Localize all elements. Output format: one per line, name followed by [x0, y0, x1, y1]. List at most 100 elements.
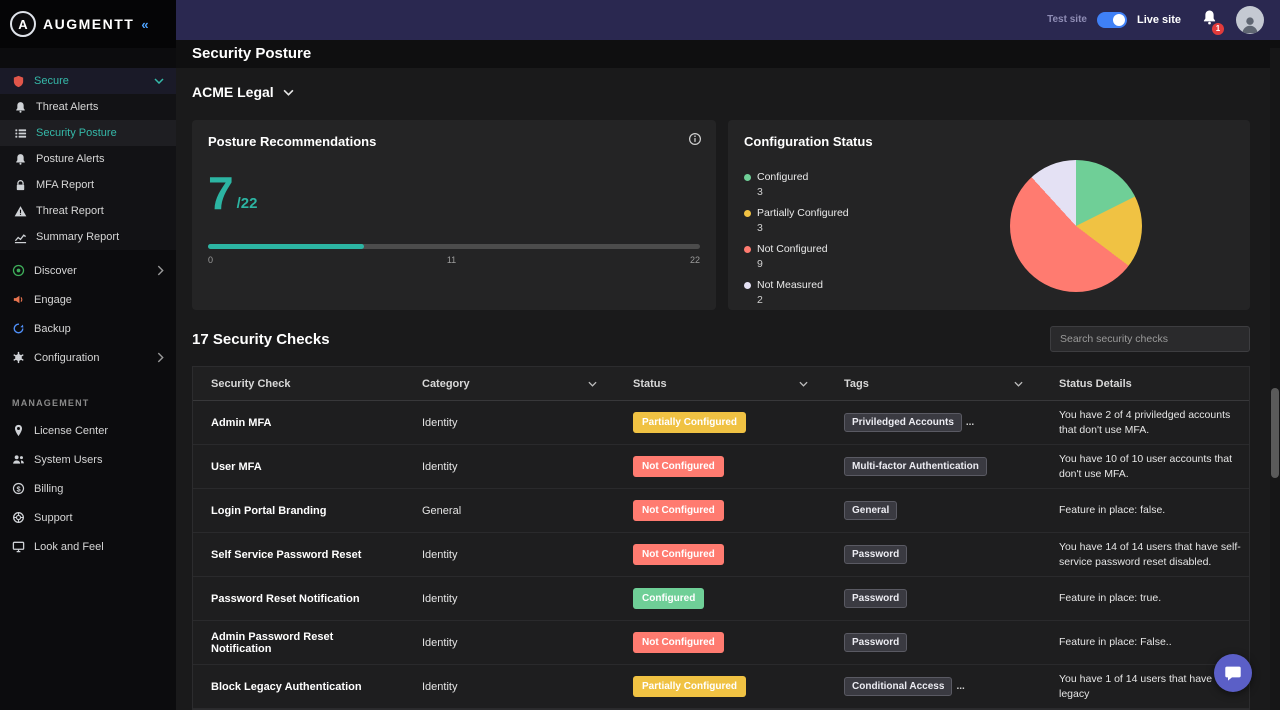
check-tags: Password [826, 539, 1041, 570]
security-check-row[interactable]: Admin MFA Identity Partially Configured … [193, 401, 1249, 445]
security-check-row[interactable]: Block Legacy Authentication Identity Par… [193, 665, 1249, 709]
legend-label: Partially Configured [757, 207, 849, 219]
check-status-details: Feature in place: true. [1041, 585, 1249, 612]
search-input[interactable] [1050, 326, 1250, 352]
chevron-down-icon [283, 89, 294, 96]
column-tags[interactable]: Tags [826, 378, 1041, 390]
check-status-details: You have 2 of 4 priviledged accounts tha… [1041, 402, 1249, 443]
sidebar-item-engage[interactable]: Engage [0, 285, 176, 314]
engage-icon [12, 293, 25, 306]
filter-chevron-icon[interactable] [799, 381, 808, 387]
security-check-row[interactable]: Password Reset Notification Identity Con… [193, 577, 1249, 621]
info-icon[interactable] [688, 132, 702, 146]
user-avatar[interactable] [1236, 6, 1264, 34]
scale-max: 22 [690, 255, 700, 265]
nav-item-label: Summary Report [36, 231, 119, 243]
list-icon [14, 127, 27, 140]
tag-chip: Password [844, 633, 907, 652]
sidebar-item-backup[interactable]: Backup [0, 314, 176, 343]
nav-item-label: Discover [34, 265, 77, 277]
person-icon [1240, 14, 1260, 34]
live-site-label: Live site [1137, 14, 1181, 26]
legend-label: Configured [757, 171, 808, 183]
summary-cards: Posture Recommendations 7 /22 0 11 22 [192, 120, 1250, 310]
users-icon [12, 453, 25, 466]
legend-item-configured: Configured 3 [744, 171, 954, 198]
sidebar-item-summary-report[interactable]: Summary Report [0, 224, 176, 250]
notifications-button[interactable]: 1 [1201, 9, 1218, 31]
legend-value: 3 [757, 222, 954, 234]
status-badge: Not Configured [633, 544, 724, 565]
sidebar-item-license-center[interactable]: License Center [0, 416, 176, 445]
sidebar-section-secure[interactable]: Secure [0, 68, 176, 94]
organization-name: ACME Legal [192, 84, 274, 100]
nav-item-label: MFA Report [36, 179, 94, 191]
check-category: Identity [404, 543, 615, 567]
status-badge: Partially Configured [633, 676, 746, 697]
check-category: Identity [404, 455, 615, 479]
filter-chevron-icon[interactable] [588, 381, 597, 387]
tag-chip: Conditional Access [844, 677, 952, 696]
check-tags: Password [826, 627, 1041, 658]
tag-chip: General [844, 501, 897, 520]
security-check-row[interactable]: User MFA Identity Not Configured Multi-f… [193, 445, 1249, 489]
security-check-row[interactable]: Login Portal Branding General Not Config… [193, 489, 1249, 533]
check-status-details: Feature in place: False.. [1041, 629, 1249, 656]
column-category[interactable]: Category [404, 378, 615, 390]
check-tags: General [826, 495, 1041, 526]
status-badge: Not Configured [633, 632, 724, 653]
sidebar-item-discover[interactable]: Discover [0, 256, 176, 285]
sidebar-item-support[interactable]: Support [0, 503, 176, 532]
scrollbar-thumb[interactable] [1271, 388, 1279, 478]
secure-section-label: Secure [34, 75, 69, 87]
sidebar-item-threat-report[interactable]: Threat Report [0, 198, 176, 224]
topbar: Test site Live site 1 [176, 0, 1280, 40]
posture-progress-bar [208, 244, 700, 249]
chevron-down-icon [154, 78, 164, 84]
check-name: Password Reset Notification [193, 587, 404, 611]
check-tags: Password [826, 583, 1041, 614]
sidebar-collapse-button[interactable]: « [141, 17, 148, 32]
site-mode-toggle[interactable] [1097, 12, 1127, 28]
security-check-row[interactable]: Self Service Password Reset Identity Not… [193, 533, 1249, 577]
column-label: Security Check [211, 378, 290, 390]
check-category: Identity [404, 631, 615, 655]
check-category: Identity [404, 587, 615, 611]
column-status[interactable]: Status [615, 378, 826, 390]
chat-widget-button[interactable] [1214, 654, 1252, 692]
compass-icon [12, 264, 25, 277]
management-section-label: MANAGEMENT [12, 398, 164, 408]
organization-selector[interactable]: ACME Legal [192, 84, 294, 100]
backup-icon [12, 322, 25, 335]
page-header: Security Posture [176, 40, 1280, 68]
sidebar-item-posture-alerts[interactable]: Posture Alerts [0, 146, 176, 172]
sidebar-item-security-posture[interactable]: Security Posture [0, 120, 176, 146]
check-status-details: You have 10 of 10 user accounts that don… [1041, 446, 1249, 487]
table-body: Admin MFA Identity Partially Configured … [193, 401, 1249, 709]
sidebar-item-configuration[interactable]: Configuration [0, 343, 176, 372]
legend-value: 2 [757, 294, 954, 306]
chart-icon [14, 231, 27, 244]
filter-chevron-icon[interactable] [1014, 381, 1023, 387]
sidebar-item-mfa-report[interactable]: MFA Report [0, 172, 176, 198]
monitor-icon [12, 540, 25, 553]
tag-chip: Multi-factor Authentication [844, 457, 987, 476]
column-status-details: Status Details [1041, 378, 1249, 390]
sidebar-item-system-users[interactable]: System Users [0, 445, 176, 474]
sidebar-item-billing[interactable]: Billing [0, 474, 176, 503]
posture-score-total: /22 [237, 195, 258, 214]
sidebar-item-threat-alerts[interactable]: Threat Alerts [0, 94, 176, 120]
security-check-row[interactable]: Admin Password Reset Notification Identi… [193, 621, 1249, 665]
tag-chip: Password [844, 589, 907, 608]
sidebar-item-look-and-feel[interactable]: Look and Feel [0, 532, 176, 561]
lock-icon [14, 179, 27, 192]
check-category: General [404, 499, 615, 523]
posture-scale: 0 11 22 [208, 255, 700, 265]
secure-subitems: Threat Alerts Security Posture Posture A… [0, 94, 176, 250]
billing-icon [12, 482, 25, 495]
pie-legend: Configured 3 Partially Configured 3 Not … [744, 171, 954, 306]
status-badge: Not Configured [633, 500, 724, 521]
column-label: Category [422, 378, 470, 390]
legend-value: 3 [757, 186, 954, 198]
bell-icon [14, 153, 27, 166]
